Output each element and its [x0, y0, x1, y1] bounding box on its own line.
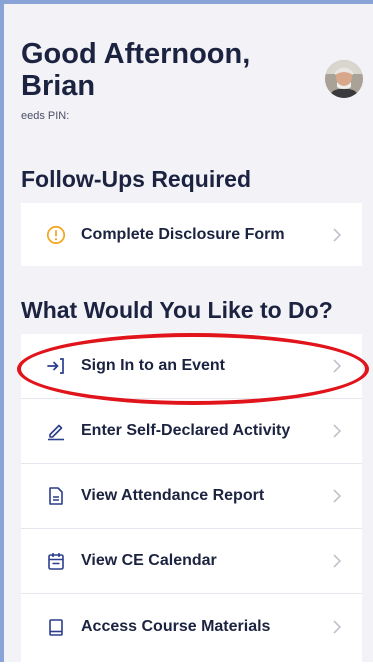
- followup-item-disclosure[interactable]: Complete Disclosure Form: [21, 203, 362, 266]
- home-screen: Good Afternoon, Brian eeds PIN: Follow-U…: [7, 4, 369, 664]
- chevron-right-icon: [330, 424, 344, 438]
- chevron-right-icon: [330, 227, 344, 242]
- action-attendance-report[interactable]: View Attendance Report: [21, 464, 362, 529]
- action-label: Enter Self-Declared Activity: [81, 422, 291, 439]
- greeting-name: Brian: [21, 70, 96, 102]
- action-self-declared-activity[interactable]: Enter Self-Declared Activity: [21, 399, 362, 464]
- chevron-right-icon: [330, 489, 344, 503]
- calendar-icon: [45, 550, 67, 572]
- sign-in-icon: [45, 355, 67, 377]
- document-icon: [45, 485, 67, 507]
- action-label: Sign In to an Event: [81, 357, 226, 374]
- actions-card: Sign In to an Event Enter Self-Declared …: [21, 334, 362, 664]
- avatar[interactable]: [325, 60, 363, 98]
- action-label: Access Course Materials: [81, 617, 271, 635]
- chevron-right-icon: [330, 359, 344, 373]
- chevron-right-icon: [330, 554, 344, 568]
- greeting-header: Good Afternoon, Brian: [21, 38, 281, 102]
- greeting-line1: Good Afternoon,: [21, 38, 251, 70]
- followups-card: Complete Disclosure Form: [21, 203, 362, 266]
- pencil-icon: [45, 420, 67, 442]
- action-sign-in-event[interactable]: Sign In to an Event: [21, 334, 362, 399]
- chevron-right-icon: [330, 619, 344, 634]
- pin-label: eeds PIN:: [21, 110, 70, 122]
- alert-circle-icon: [45, 224, 67, 246]
- book-icon: [45, 616, 67, 638]
- followup-item-label: Complete Disclosure Form: [81, 225, 285, 243]
- action-label: View Attendance Report: [81, 487, 265, 504]
- user-photo-avatar: [325, 60, 363, 98]
- action-course-materials[interactable]: Access Course Materials: [21, 594, 362, 659]
- followups-title: Follow-Ups Required: [21, 166, 251, 192]
- actions-title: What Would You Like to Do?: [21, 297, 333, 323]
- action-ce-calendar[interactable]: View CE Calendar: [21, 529, 362, 594]
- action-label: View CE Calendar: [81, 552, 217, 569]
